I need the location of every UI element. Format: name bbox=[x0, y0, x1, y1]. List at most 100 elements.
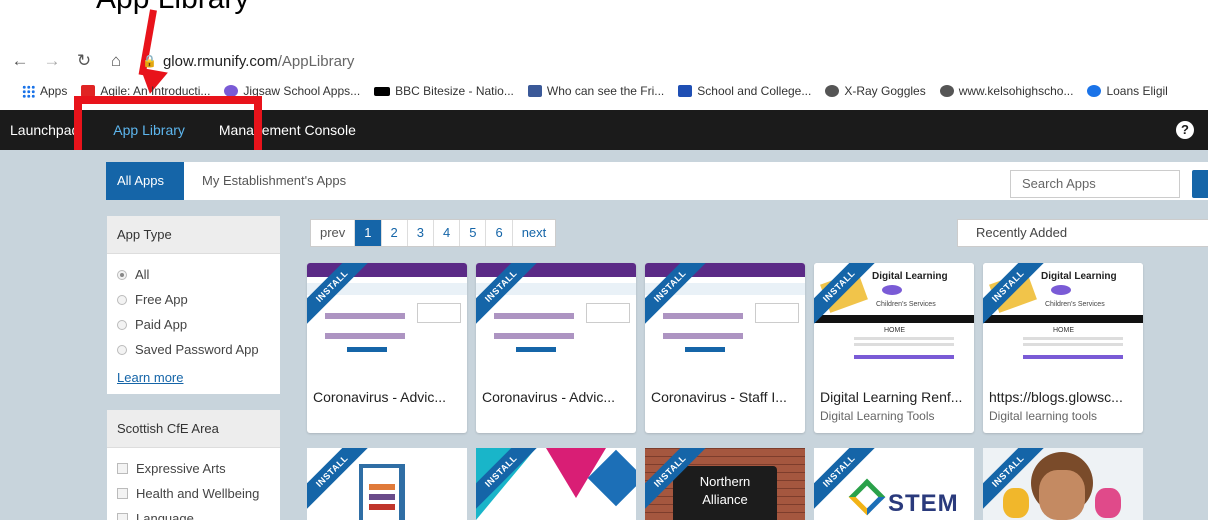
radio-saved-password-app[interactable]: Saved Password App bbox=[107, 337, 280, 362]
annotation-highlight-box bbox=[74, 96, 262, 158]
thumb-heading: Digital Learning bbox=[872, 271, 948, 282]
radio-button[interactable] bbox=[117, 344, 127, 355]
checkbox-expressive-arts[interactable]: Expressive Arts bbox=[107, 456, 280, 481]
pager-prev[interactable]: prev bbox=[311, 220, 356, 246]
bookmark-facebook[interactable]: Who can see the Fri... bbox=[527, 84, 665, 98]
checkbox[interactable] bbox=[117, 488, 128, 499]
radio-button[interactable] bbox=[117, 319, 127, 330]
radio-button[interactable] bbox=[117, 294, 127, 305]
app-title: Coronavirus - Advic... bbox=[313, 389, 447, 405]
bbc-icon bbox=[374, 86, 391, 96]
radio-label: All bbox=[135, 267, 150, 282]
bookmark-label: Loans Eligil bbox=[1106, 84, 1168, 98]
learn-more-link[interactable]: Learn more bbox=[107, 370, 280, 385]
bookmark-label: X-Ray Goggles bbox=[844, 84, 926, 98]
app-card[interactable]: Digital Learning Children's Services HOM… bbox=[983, 263, 1143, 433]
pagination: prev 1 2 3 4 5 6 next bbox=[310, 219, 557, 247]
bookmark-bbc[interactable]: BBC Bitesize - Natio... bbox=[374, 84, 514, 98]
app-title: Digital Learning Renf... bbox=[820, 389, 963, 405]
bookmark-label: Who can see the Fri... bbox=[546, 84, 665, 98]
checkbox-language[interactable]: Language bbox=[107, 506, 280, 520]
app-thumbnail: INSTALL bbox=[645, 263, 805, 371]
app-thumbnail: INSTALL bbox=[476, 263, 636, 371]
e-icon bbox=[1087, 85, 1102, 97]
sort-select[interactable]: Recently Added bbox=[957, 219, 1208, 247]
filter-title: Scottish CfE Area bbox=[107, 410, 280, 448]
checkbox-label: Health and Wellbeing bbox=[136, 486, 260, 501]
app-thumbnail: Digital Learning Children's Services HOM… bbox=[983, 263, 1143, 371]
bookmark-school[interactable]: School and College... bbox=[678, 84, 811, 98]
radio-free-app[interactable]: Free App bbox=[107, 287, 280, 312]
pager-page-4[interactable]: 4 bbox=[434, 220, 461, 246]
nav-launchpad[interactable]: Launchpad bbox=[10, 122, 79, 138]
bookmark-label: www.kelsohighscho... bbox=[958, 84, 1074, 98]
radio-label: Free App bbox=[135, 292, 188, 307]
app-subtitle: Digital learning tools bbox=[989, 409, 1098, 423]
app-title: https://blogs.glowsc... bbox=[989, 389, 1123, 405]
app-card[interactable]: Northern Alliance INSTALL bbox=[645, 448, 805, 520]
thumb-heading: Digital Learning bbox=[1041, 271, 1117, 282]
globe-icon bbox=[825, 85, 840, 97]
stem-text: STEM bbox=[888, 490, 959, 517]
app-card[interactable]: Digital Learning Children's Services HOM… bbox=[814, 263, 974, 433]
radio-all[interactable]: All bbox=[107, 262, 280, 287]
thumb-home: HOME bbox=[884, 327, 905, 334]
tab-all-apps[interactable]: All Apps bbox=[106, 162, 184, 200]
radio-label: Paid App bbox=[135, 317, 188, 332]
url-field[interactable]: glow.rmunify.com/AppLibrary bbox=[163, 53, 354, 70]
bookmark-xray[interactable]: X-Ray Goggles bbox=[825, 84, 926, 98]
search-button[interactable] bbox=[1192, 170, 1208, 198]
radio-label: Saved Password App bbox=[135, 342, 259, 357]
bookmark-apps[interactable]: Apps bbox=[22, 84, 67, 98]
app-card[interactable]: INSTALL bbox=[476, 448, 636, 520]
tab-my-establishment-apps[interactable]: My Establishment's Apps bbox=[191, 162, 357, 200]
pager-page-6[interactable]: 6 bbox=[486, 220, 513, 246]
help-icon[interactable]: ? bbox=[1176, 121, 1194, 139]
northern-text: Northern bbox=[699, 474, 751, 489]
bookmark-kelso[interactable]: www.kelsohighscho... bbox=[939, 84, 1074, 98]
screenshot: App Library ← → ↻ ⌂ 🔒 glow.rmunify.com/A… bbox=[0, 0, 1208, 520]
forward-icon[interactable]: → bbox=[40, 51, 64, 71]
checkbox-health-wellbeing[interactable]: Health and Wellbeing bbox=[107, 481, 280, 506]
url-path: /AppLibrary bbox=[277, 52, 355, 70]
app-subtitle: Digital Learning Tools bbox=[820, 409, 935, 423]
pager-page-5[interactable]: 5 bbox=[460, 220, 487, 246]
thumb-sub: Children's Services bbox=[876, 301, 936, 308]
apps-grid-icon bbox=[22, 84, 35, 98]
alliance-text: Alliance bbox=[702, 492, 748, 507]
facebook-icon bbox=[527, 85, 542, 97]
home-icon[interactable]: ⌂ bbox=[104, 51, 128, 71]
lock-icon[interactable]: 🔒 bbox=[142, 54, 157, 68]
reload-icon[interactable]: ↻ bbox=[72, 51, 96, 71]
checkbox[interactable] bbox=[117, 463, 128, 474]
bookmark-label: BBC Bitesize - Natio... bbox=[395, 84, 514, 98]
pager-next[interactable]: next bbox=[513, 220, 556, 246]
pager-page-1[interactable]: 1 bbox=[355, 220, 382, 246]
pager-page-2[interactable]: 2 bbox=[382, 220, 408, 246]
pager-page-3[interactable]: 3 bbox=[408, 220, 434, 246]
checkbox-label: Expressive Arts bbox=[136, 461, 226, 476]
radio-button[interactable] bbox=[117, 269, 127, 280]
thumb-home: HOME bbox=[1053, 327, 1074, 334]
filter-app-type: App Type All Free App Paid App Saved Pas… bbox=[107, 216, 280, 394]
flag-icon bbox=[678, 85, 693, 97]
thumb-sub: Children's Services bbox=[1045, 301, 1105, 308]
checkbox[interactable] bbox=[117, 513, 128, 520]
app-card[interactable]: INSTALL Coronavirus - Advic... bbox=[476, 263, 636, 433]
bookmark-label: School and College... bbox=[697, 84, 812, 98]
app-card[interactable]: INSTALL Coronavirus - Staff I... bbox=[645, 263, 805, 433]
app-title: Coronavirus - Staff I... bbox=[651, 389, 787, 405]
radio-paid-app[interactable]: Paid App bbox=[107, 312, 280, 337]
search-input[interactable]: Search Apps bbox=[1010, 170, 1180, 198]
app-card[interactable]: INSTALL bbox=[307, 448, 467, 520]
app-thumbnail: INSTALL bbox=[307, 263, 467, 371]
app-card[interactable]: INSTALL bbox=[983, 448, 1143, 520]
checkbox-label: Language bbox=[136, 511, 194, 520]
annotation-text: App Library bbox=[96, 0, 249, 16]
bookmark-label: Apps bbox=[40, 84, 68, 98]
back-icon[interactable]: ← bbox=[8, 51, 32, 71]
app-thumbnail: Digital Learning Children's Services HOM… bbox=[814, 263, 974, 371]
app-card[interactable]: INSTALL Coronavirus - Advic... bbox=[307, 263, 467, 433]
app-card[interactable]: STEM INSTALL bbox=[814, 448, 974, 520]
bookmark-loans[interactable]: Loans Eligil bbox=[1087, 84, 1168, 98]
